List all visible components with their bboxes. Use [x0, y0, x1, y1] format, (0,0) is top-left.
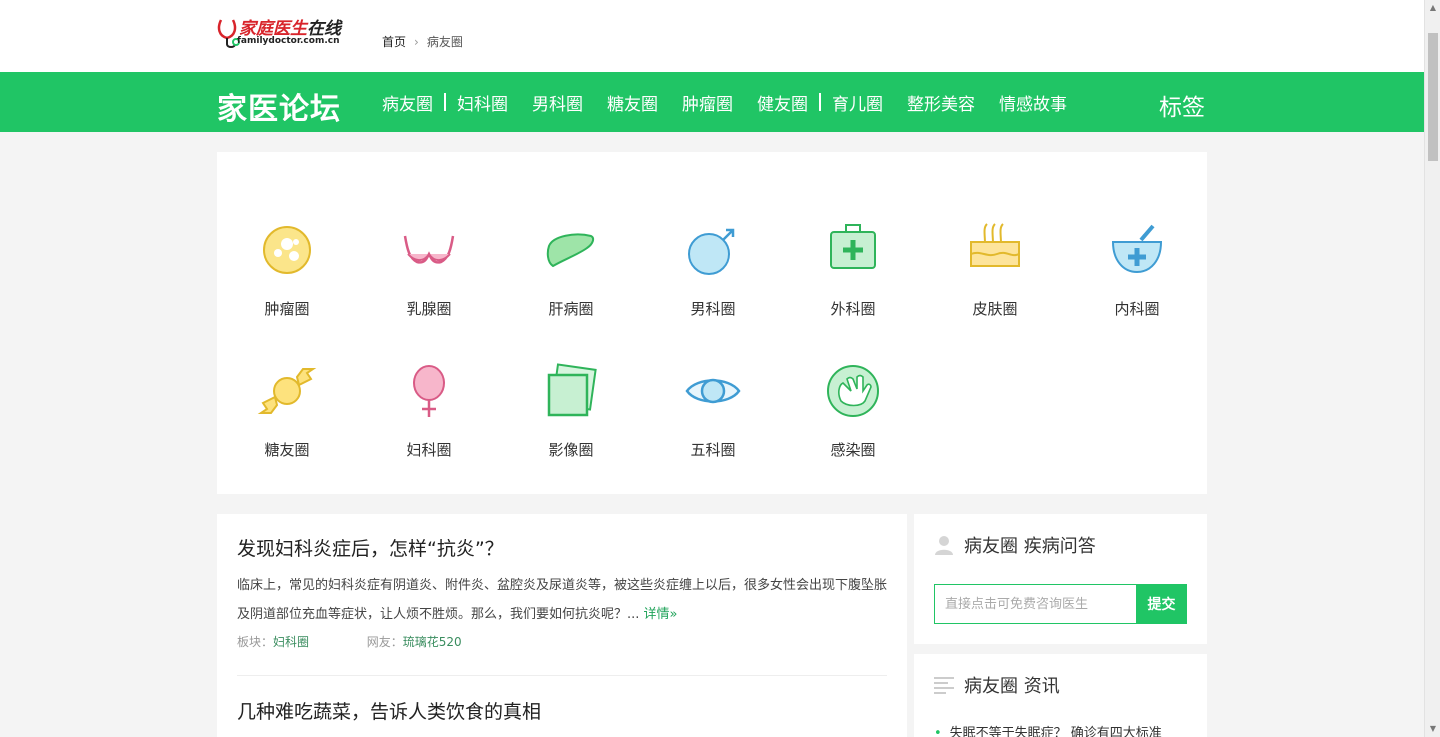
news-widget: 病友圈 资讯 • 失眠不等于失眠症？ 确诊有四大标准 — [914, 654, 1207, 737]
qa-title: 病友圈 疾病问答 — [964, 536, 1096, 557]
category-ganran[interactable]: 感染圈 — [783, 361, 923, 460]
category-ruxian[interactable]: 乳腺圈 — [359, 220, 499, 319]
category-label: 男科圈 — [690, 300, 736, 318]
article-item: 几种难吃蔬菜，告诉人类饮食的真相 — [237, 697, 887, 724]
breadcrumb-current: 病友圈 — [426, 35, 463, 49]
category-pifu[interactable]: 皮肤圈 — [925, 220, 1065, 319]
tumor-cell-icon — [263, 226, 311, 274]
ask-form: 提交 — [934, 584, 1187, 624]
ask-doctor-input[interactable] — [934, 584, 1136, 624]
category-label: 皮肤圈 — [972, 300, 1018, 318]
article-meta: 板块：妇科圈 网友：琉璃花520 — [237, 633, 887, 650]
top-header: 家庭医生在线 familydoctor.com.cn 首页 › 病友圈 — [0, 0, 1424, 72]
category-ganbing[interactable]: 肝病圈 — [501, 220, 641, 319]
candy-icon — [257, 368, 317, 414]
category-neike[interactable]: 内科圈 — [1067, 220, 1207, 319]
nav-items: 病友圈 妇科圈 男科圈 糖友圈 肿瘤圈 健友圈 育儿圈 整形美容 情感故事 — [382, 72, 1067, 132]
board-label: 板块： — [237, 635, 274, 649]
xray-film-icon — [547, 363, 597, 417]
male-symbol-icon — [688, 228, 735, 275]
tags-link[interactable]: 标签 — [1159, 88, 1205, 122]
category-label: 糖友圈 — [264, 441, 310, 459]
article-title[interactable]: 几种难吃蔬菜，告诉人类饮食的真相 — [237, 697, 887, 724]
scroll-down-arrow-icon[interactable]: ▼ — [1425, 721, 1440, 737]
nav-item-jianyou[interactable]: 健友圈 — [757, 90, 808, 115]
news-item-text: 失眠不等于失眠症？ 确诊有四大标准 — [949, 726, 1162, 737]
nav-item-zhengxing[interactable]: 整形美容 — [907, 90, 975, 115]
news-title: 病友圈 资讯 — [964, 676, 1060, 697]
submit-button[interactable]: 提交 — [1136, 584, 1187, 624]
category-label: 影像圈 — [548, 441, 594, 459]
nav-item-zhongliu[interactable]: 肿瘤圈 — [682, 90, 733, 115]
breadcrumb: 首页 › 病友圈 — [382, 33, 463, 50]
skin-hair-icon — [970, 223, 1020, 267]
liver-icon — [546, 233, 595, 268]
article-excerpt-text: 临床上，常见的妇科炎症有阴道炎、附件炎、盆腔炎及尿道炎等，被这些炎症缠上以后，很… — [237, 578, 888, 622]
nav-item-qinggan[interactable]: 情感故事 — [999, 90, 1067, 115]
category-label: 外科圈 — [830, 300, 876, 318]
category-label: 乳腺圈 — [406, 300, 452, 318]
page-scrollbar[interactable]: ▲ ▼ — [1424, 0, 1440, 737]
breadcrumb-home[interactable]: 首页 — [382, 35, 406, 49]
qa-header: 病友圈 疾病问答 — [934, 532, 1096, 558]
category-fuke[interactable]: 妇科圈 — [359, 361, 499, 460]
main-nav: 家医论坛 病友圈 妇科圈 男科圈 糖友圈 肿瘤圈 健友圈 育儿圈 整形美容 情感… — [0, 72, 1424, 132]
board-link[interactable]: 妇科圈 — [273, 635, 309, 649]
category-tangyou[interactable]: 糖友圈 — [217, 361, 357, 460]
category-label: 五科圈 — [690, 441, 736, 459]
nav-item-bingyou[interactable]: 病友圈 — [382, 90, 433, 115]
user-label: 网友： — [366, 635, 403, 649]
category-nanke[interactable]: 男科圈 — [643, 220, 783, 319]
category-label: 感染圈 — [830, 441, 876, 459]
category-label: 内科圈 — [1114, 300, 1160, 318]
female-balloon-icon — [413, 365, 445, 417]
first-aid-kit-icon — [830, 224, 876, 269]
category-label: 肝病圈 — [548, 300, 594, 318]
site-logo[interactable]: 家庭医生在线 familydoctor.com.cn — [217, 14, 373, 50]
category-panel: 肿瘤圈 乳腺圈 肝病圈 男科圈 外科圈 皮肤圈 内科圈 糖友圈 妇科圈 影像圈 … — [217, 152, 1207, 494]
user-icon — [935, 536, 953, 555]
category-label: 妇科圈 — [406, 441, 452, 459]
user-link[interactable]: 琉璃花520 — [403, 635, 462, 649]
article-list: 发现妇科炎症后，怎样“抗炎”？ 临床上，常见的妇科炎症有阴道炎、附件炎、盆腔炎及… — [217, 514, 907, 737]
mortar-pestle-icon — [1111, 224, 1163, 274]
bra-icon — [403, 235, 455, 264]
nav-item-nanke[interactable]: 男科圈 — [532, 90, 583, 115]
nav-divider — [444, 93, 446, 111]
qa-widget: 病友圈 疾病问答 提交 — [914, 514, 1207, 644]
hand-icon — [827, 365, 879, 417]
category-waike[interactable]: 外科圈 — [783, 220, 923, 319]
article-more-link[interactable]: 详情» — [644, 607, 678, 622]
scrollbar-thumb[interactable] — [1428, 33, 1438, 161]
category-wuke[interactable]: 五科圈 — [643, 361, 783, 460]
category-yingxiang[interactable]: 影像圈 — [501, 361, 641, 460]
eye-icon — [685, 378, 741, 404]
forum-brand[interactable]: 家医论坛 — [217, 84, 341, 128]
breadcrumb-separator: › — [414, 35, 419, 49]
article-divider — [237, 675, 887, 676]
scroll-up-arrow-icon[interactable]: ▲ — [1425, 0, 1440, 16]
article-excerpt: 临床上，常见的妇科炎症有阴道炎、附件炎、盆腔炎及尿道炎等，被这些炎症缠上以后，很… — [237, 571, 887, 629]
nav-item-fuke[interactable]: 妇科圈 — [457, 90, 508, 115]
news-header: 病友圈 资讯 — [934, 672, 1060, 698]
article-item: 发现妇科炎症后，怎样“抗炎”？ 临床上，常见的妇科炎症有阴道炎、附件炎、盆腔炎及… — [237, 534, 887, 650]
nav-divider — [819, 93, 821, 111]
list-icon — [934, 677, 954, 694]
nav-item-yuer[interactable]: 育儿圈 — [832, 90, 883, 115]
article-title[interactable]: 发现妇科炎症后，怎样“抗炎”？ — [237, 534, 887, 561]
nav-item-tangyou[interactable]: 糖友圈 — [607, 90, 658, 115]
category-zhongliu[interactable]: 肿瘤圈 — [217, 220, 357, 319]
news-item[interactable]: • 失眠不等于失眠症？ 确诊有四大标准 — [934, 722, 1162, 737]
category-label: 肿瘤圈 — [264, 300, 310, 318]
bullet-icon: • — [934, 726, 942, 737]
